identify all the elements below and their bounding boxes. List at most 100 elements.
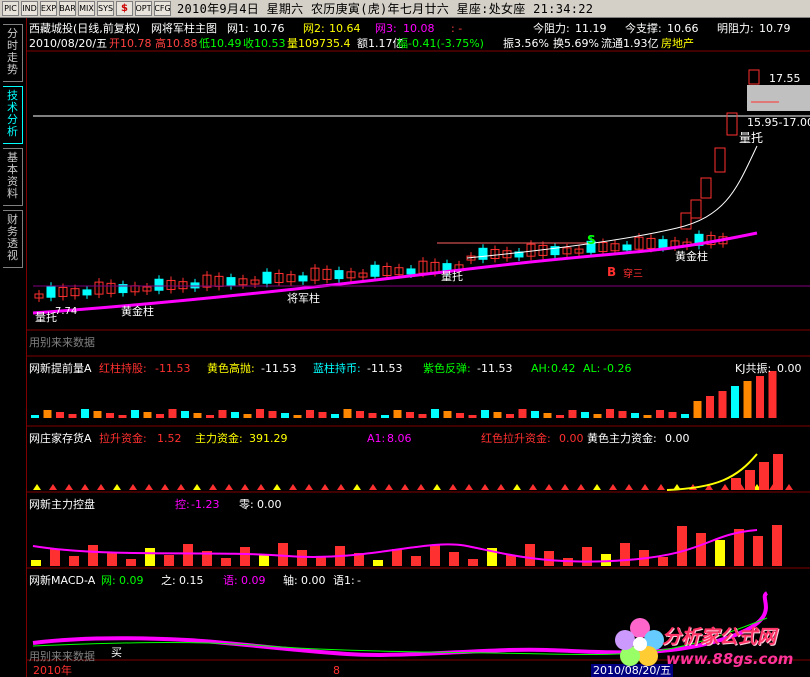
panel1-kj-label: KJ共振: (735, 362, 772, 375)
candle-body-10 (154, 278, 164, 291)
panel2-b-label: 主力资金: (195, 432, 243, 445)
panel2-marker-47 (785, 484, 793, 490)
low-price-label: 7.74 (55, 306, 78, 317)
panel3-bar-18 (373, 560, 383, 566)
tomorrow-value: 10.79 (759, 22, 791, 35)
main-footer-label: 用别来来数据 (29, 336, 95, 349)
panel1-bar-52 (681, 414, 689, 418)
tab-intraday[interactable]: 分时走势 (3, 24, 23, 82)
price-highlight-box (747, 85, 810, 111)
w2-label: 网2: (303, 22, 325, 35)
panel2-a-label: 拉升资金: (99, 432, 147, 445)
panel2-e-label: 黄色主力资金: (587, 432, 657, 445)
panel3-bar-39 (772, 525, 782, 566)
panel3-bar-10 (221, 558, 231, 566)
panel3-bar-8 (183, 544, 193, 566)
panel1-name: 网新提前量A (29, 362, 92, 375)
panel3-bar-4 (107, 552, 117, 566)
panel2-marker-39 (657, 484, 665, 490)
panel2-marker-11 (209, 484, 217, 490)
price-range-label: 15.95-17.00 (747, 116, 810, 129)
panel1-d-value: -11.53 (477, 362, 513, 375)
signal-b: B (607, 265, 617, 279)
panel1-bar-57 (743, 381, 752, 418)
panel1-kj-value: 0.00 (777, 362, 802, 375)
resist-value: 11.19 (575, 22, 607, 35)
panel1-a-value: -11.53 (155, 362, 191, 375)
panel3-bar-5 (126, 559, 136, 566)
support-value: 10.66 (667, 22, 699, 35)
panel1-bar-14 (206, 415, 214, 418)
panel2-b-value: 391.29 (249, 432, 288, 445)
info-date: 2010/08/20/五 (29, 37, 108, 50)
panel2-marker-12 (225, 484, 233, 490)
tab-financials[interactable]: 财务透视 (3, 210, 23, 268)
panel2-marker-33 (561, 484, 569, 490)
panel2-marker-19 (337, 484, 345, 490)
panel2-marker-18 (321, 484, 329, 490)
candle-body-16 (226, 277, 236, 287)
panel1-bar-17 (243, 414, 252, 418)
panel3-bar-11 (240, 547, 250, 566)
breakout-candle-2 (700, 177, 712, 199)
panel1-bar-32 (431, 409, 439, 418)
panel2-d-value: 0.00 (559, 432, 584, 445)
panel3-bar-22 (449, 552, 459, 566)
info-vol: 量109735.4 (287, 37, 351, 50)
price-high-label: 17.55 (769, 72, 801, 85)
panel1-bar-22 (306, 410, 314, 418)
panel2-marker-24 (417, 484, 425, 490)
panel3-bar-19 (392, 549, 402, 566)
candle-body-37 (478, 247, 488, 260)
toolbar-button-8[interactable]: CFG (154, 1, 171, 16)
panel2-marker-36 (609, 484, 617, 490)
panel1-bar-21 (293, 415, 302, 418)
toolbar-button-5[interactable]: SYS (97, 1, 114, 16)
candle-body-28 (370, 264, 380, 277)
toolbar-button-4[interactable]: MIX (78, 1, 95, 16)
panel1-al-label: AL: (583, 362, 601, 375)
panel2-marker-20 (353, 484, 361, 490)
datetime-display: 2010年9月4日 星期六 农历庚寅(虎)年七月廿六 星座:处女座 21:34:… (177, 2, 594, 16)
toolbar-button-3[interactable]: BAR (59, 1, 76, 16)
panel2-marker-3 (81, 484, 89, 490)
toolbar-button-0[interactable]: PIC (2, 1, 19, 16)
panel3-bar-29 (582, 547, 592, 566)
candle-body-1 (46, 285, 56, 298)
panel1-bar-11 (168, 409, 177, 418)
panel1-bar-2 (56, 412, 64, 418)
dollar-icon[interactable]: $ (116, 1, 133, 16)
tab-fundamentals[interactable]: 基本资料 (3, 148, 23, 206)
panel3-bar-2 (69, 556, 79, 566)
toolbar-button-2[interactable]: EXP (40, 1, 57, 16)
panel1-bar-8 (131, 410, 139, 418)
panel1-bar-12 (181, 411, 189, 418)
toolbar-button-7[interactable]: OPT (135, 1, 152, 16)
toolbar: PIC IND EXP BAR MIX SYS $ OPT CFG 2010年9… (0, 0, 810, 18)
panel2-bar-0 (731, 478, 741, 490)
tab-technical[interactable]: 技术分析 (3, 86, 23, 144)
info-change: 幅-0.41(-3.75%) (397, 37, 484, 50)
panel1-bar-10 (156, 414, 164, 418)
panel1-bar-33 (443, 411, 452, 418)
candle-body-25 (334, 270, 344, 280)
panel1-bar-48 (631, 413, 639, 418)
info-close: 收10.53 (243, 37, 286, 50)
panel1-bar-56 (731, 386, 739, 418)
panel3-bar-1 (50, 549, 60, 566)
panel2-marker-7 (145, 484, 153, 490)
chart-area[interactable]: 西藏城投(日线,前复权) 网将军柱主图 网1: 10.76 网2: 10.64 … (26, 18, 810, 677)
panel1-bar-24 (331, 414, 339, 418)
toolbar-button-1[interactable]: IND (21, 1, 38, 16)
panel4-c-value: 0.09 (241, 574, 266, 587)
support-label: 今支撑: (625, 22, 662, 35)
candle-body-19 (262, 271, 272, 284)
panel3-name: 网新主力控盘 (29, 498, 95, 511)
info-sector: 房地产 (661, 37, 694, 50)
panel1-bar-43 (568, 410, 577, 418)
panel3-bar-7 (164, 555, 174, 566)
panel4-b-value: 0.15 (179, 574, 204, 587)
panel1-bar-31 (418, 414, 427, 418)
panel4-a-label: 网: (101, 574, 116, 587)
panel2-a-value: 1.52 (157, 432, 182, 445)
